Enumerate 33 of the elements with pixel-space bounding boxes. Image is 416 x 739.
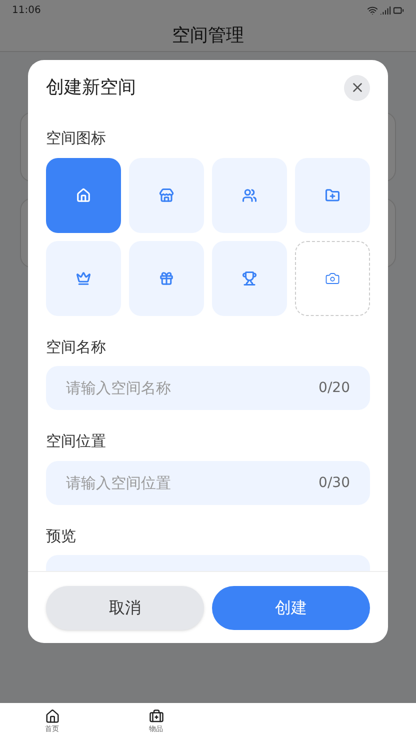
users-icon: [242, 188, 257, 202]
store-icon: [159, 188, 174, 202]
trophy-icon: [242, 270, 257, 286]
dialog-title: 创建新空间: [46, 76, 136, 100]
signal-icon: [380, 4, 391, 16]
icon-tile[interactable]: [129, 158, 204, 232]
icon-tile[interactable]: [129, 240, 204, 316]
create-button[interactable]: 创建: [212, 586, 370, 630]
section-label: 预览: [46, 526, 77, 546]
status-time: 11:06: [12, 4, 41, 18]
char-counter: 0/30: [318, 474, 350, 492]
battery-icon: [393, 4, 404, 16]
field-label: 空间位置: [46, 431, 107, 452]
close-button[interactable]: [344, 74, 370, 100]
bag-plus-icon: [148, 709, 164, 724]
icon-tile[interactable]: [295, 158, 370, 232]
camera-upload-tile[interactable]: [295, 240, 370, 316]
house-icon: [76, 188, 91, 202]
wifi-icon: [367, 4, 378, 16]
cancel-button[interactable]: 取消: [46, 586, 204, 630]
icon-tile[interactable]: [46, 240, 121, 316]
icon-tile[interactable]: [212, 158, 287, 232]
crown-icon: [76, 270, 91, 286]
field-label: 空间名称: [46, 336, 107, 358]
icon-tile[interactable]: [46, 158, 121, 232]
camera-icon: [325, 270, 340, 286]
char-counter: 0/20: [318, 379, 350, 397]
icon-tile[interactable]: [212, 240, 287, 316]
page-title: 空间管理: [172, 24, 244, 48]
gift-icon: [159, 270, 174, 286]
house-icon: [44, 709, 60, 724]
section-label: 空间图标: [46, 128, 107, 149]
folder-plus-icon: [325, 188, 340, 202]
